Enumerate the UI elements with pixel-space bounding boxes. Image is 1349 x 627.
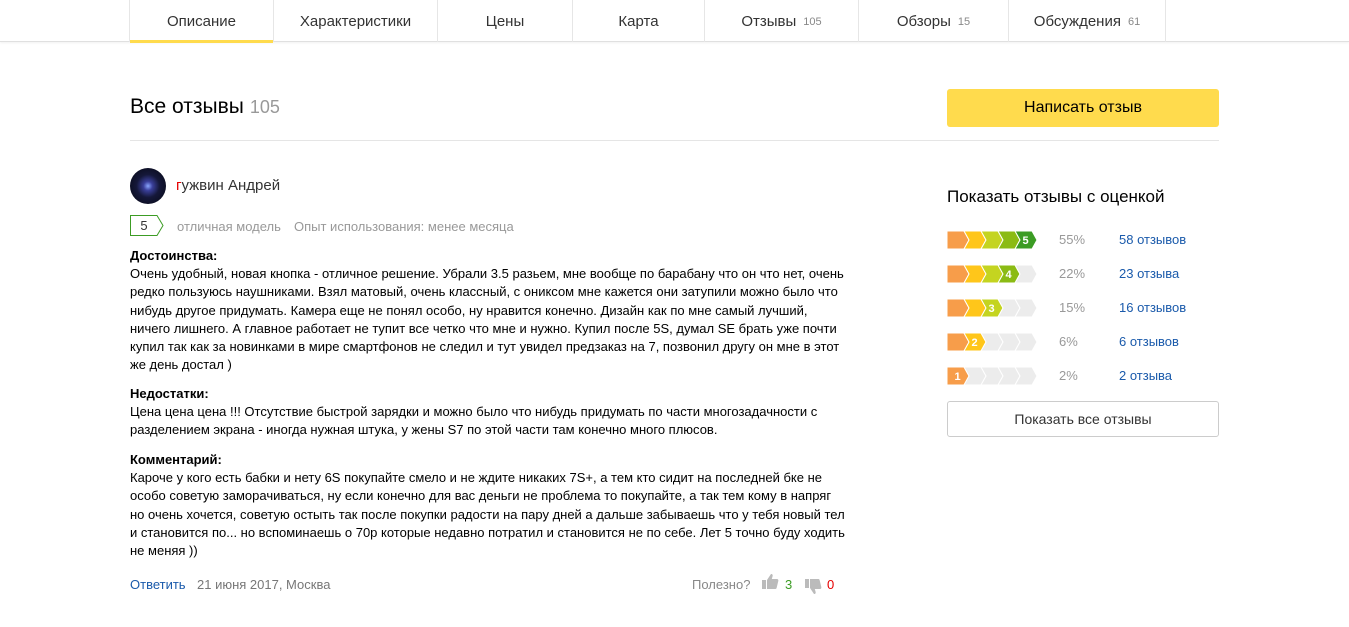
tab-label: Характеристики	[299, 12, 412, 30]
rating-stars-number: 4	[1005, 269, 1012, 281]
author-name[interactable]: гужвин Андрей	[176, 177, 280, 194]
pros-section: Достоинства: Очень удобный, новая кнопка…	[130, 247, 845, 374]
rating-percent: 55%	[1059, 232, 1086, 247]
tab-count: 15	[957, 16, 971, 28]
divider	[130, 140, 1219, 141]
tab-label: Обзоры	[896, 12, 951, 30]
tabs: Описание Характеристики Цены Карта Отзыв…	[129, 0, 1166, 43]
tab-discussions[interactable]: Обсуждения 61	[1008, 0, 1166, 42]
rating-percent: 6%	[1059, 334, 1078, 349]
tab-specifications[interactable]: Характеристики	[273, 0, 437, 42]
rating-filter-title: Показать отзывы с оценкой	[947, 187, 1165, 206]
rating-link[interactable]: 16 отзывов	[1119, 300, 1186, 315]
rating-stars-number: 5	[1022, 235, 1028, 247]
useful-label: Полезно?	[692, 577, 751, 592]
cons-text: Цена цена цена !!! Отсутствие быстрой за…	[130, 404, 818, 438]
rating-row-1[interactable]: 1 2% 2 отзыва	[947, 366, 1219, 386]
rating-row-4[interactable]: 4 22% 23 отзыва	[947, 264, 1219, 284]
rating-link[interactable]: 2 отзыва	[1119, 368, 1172, 383]
write-review-button[interactable]: Написать отзыв	[947, 89, 1219, 127]
rating-bar-5: 5	[947, 230, 1038, 250]
rating-stars-number: 2	[971, 337, 977, 349]
usage-duration: Опыт использования: менее месяца	[294, 219, 514, 234]
rating-row-3[interactable]: 3 15% 16 отзывов	[947, 298, 1219, 318]
likes-count: 3	[785, 577, 793, 592]
tab-label: Описание	[166, 12, 237, 30]
rating-row-5[interactable]: 5 55% 58 отзывов	[947, 230, 1219, 250]
pros-heading: Достоинства:	[130, 248, 218, 263]
grade-text: отличная модель	[177, 219, 281, 234]
tab-prices[interactable]: Цены	[437, 0, 572, 42]
tab-label: Отзывы	[741, 12, 797, 30]
tabs-bar: Описание Характеристики Цены Карта Отзыв…	[0, 0, 1349, 43]
review-date-place: 21 июня 2017, Москва	[197, 577, 331, 592]
rating-percent: 15%	[1059, 300, 1086, 315]
avatar[interactable]	[130, 168, 166, 204]
rating-link[interactable]: 23 отзыва	[1119, 266, 1179, 281]
tab-label: Обсуждения	[1033, 12, 1121, 30]
reply-link[interactable]: Ответить	[130, 577, 186, 592]
tab-map[interactable]: Карта	[572, 0, 704, 42]
rating-stars-number: 3	[988, 303, 994, 315]
cons-heading: Недостатки:	[130, 386, 209, 401]
rating-stars-number: 1	[954, 371, 960, 383]
dislikes-count: 0	[827, 577, 835, 592]
tab-count: 105	[803, 16, 822, 28]
tab-label: Карта	[618, 12, 659, 30]
tab-reviews[interactable]: Отзывы 105	[704, 0, 858, 42]
write-review-label: Написать отзыв	[1024, 99, 1142, 116]
rating-row-2[interactable]: 2 6% 6 отзывов	[947, 332, 1219, 352]
rating-bar-1: 1	[947, 366, 1038, 386]
rating-bar-4: 4	[947, 264, 1038, 284]
thumbs-down-icon[interactable]	[805, 578, 822, 600]
rating-bar-3: 3	[947, 298, 1038, 318]
rating-link[interactable]: 6 отзывов	[1119, 334, 1179, 349]
comment-heading: Комментарий:	[130, 452, 222, 467]
pros-text: Очень удобный, новая кнопка - отличное р…	[130, 266, 844, 373]
comment-text: Кароче у кого есть бабки и нету 6S покуп…	[130, 470, 845, 559]
tab-overviews[interactable]: Обзоры 15	[858, 0, 1008, 42]
page-title: Все отзывы 105	[130, 95, 280, 119]
cons-section: Недостатки: Цена цена цена !!! Отсутстви…	[130, 385, 845, 440]
rating-bar-2: 2	[947, 332, 1038, 352]
grade-badge: 5	[130, 215, 164, 236]
thumbs-up-icon[interactable]	[762, 573, 779, 595]
comment-section: Комментарий: Кароче у кого есть бабки и …	[130, 451, 845, 560]
rating-percent: 22%	[1059, 266, 1086, 281]
grade-value: 5	[140, 218, 148, 233]
rating-link[interactable]: 58 отзывов	[1119, 232, 1186, 247]
reviews-total-count: 105	[249, 97, 280, 117]
tab-label: Цены	[485, 12, 525, 30]
tab-count: 61	[1127, 16, 1141, 28]
rating-percent: 2%	[1059, 368, 1078, 383]
show-all-label: Показать все отзывы	[1014, 411, 1152, 427]
show-all-reviews-button[interactable]: Показать все отзывы	[947, 401, 1219, 437]
page-title-text: Все отзывы	[130, 95, 244, 118]
tab-description[interactable]: Описание	[129, 0, 273, 43]
author-name-rest: ужвин Андрей	[181, 177, 281, 194]
